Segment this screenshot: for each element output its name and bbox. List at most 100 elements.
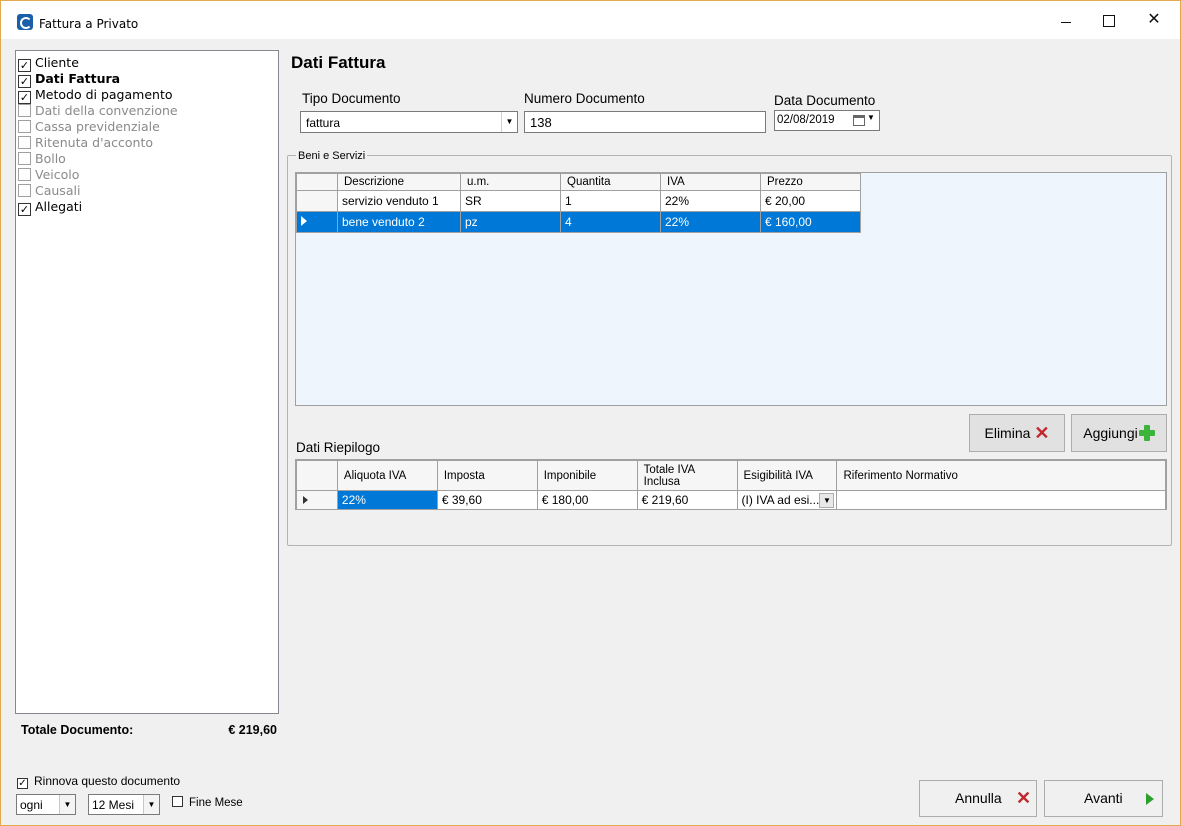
renew-period-select[interactable]: 12 Mesi ▼ bbox=[88, 794, 160, 815]
cell-riferimento[interactable] bbox=[836, 490, 1166, 510]
column-header-quantita[interactable]: Quantita bbox=[560, 173, 661, 191]
column-header-prezzo[interactable]: Prezzo bbox=[760, 173, 861, 191]
nav-item-metodo-pagamento[interactable]: ✓ Metodo di pagamento bbox=[18, 87, 173, 104]
cell-aliquota[interactable]: 22% bbox=[336, 490, 438, 510]
nav-item-allegati[interactable]: ✓ Allegati bbox=[18, 199, 82, 216]
riepilogo-label: Dati Riepilogo bbox=[296, 440, 381, 455]
column-header-riferimento[interactable]: Riferimento Normativo bbox=[836, 460, 1166, 491]
nav-item-veicolo[interactable]: Veicolo bbox=[18, 167, 79, 183]
column-header-iva[interactable]: IVA bbox=[660, 173, 761, 191]
column-header-imposta[interactable]: Imposta bbox=[436, 460, 538, 491]
end-of-month-label: Fine Mese bbox=[189, 797, 243, 809]
renew-frequency-select[interactable]: ogni ▼ bbox=[16, 794, 76, 815]
riepilogo-grid[interactable]: Aliquota IVA Imposta Imponibile Totale I… bbox=[295, 459, 1167, 510]
column-header-esigibilita[interactable]: Esigibilità IVA bbox=[736, 460, 838, 491]
calendar-icon[interactable] bbox=[853, 115, 865, 126]
numero-documento-value: 138 bbox=[530, 115, 552, 130]
end-of-month-checkbox[interactable]: Fine Mese bbox=[172, 796, 243, 809]
cell-imposta[interactable]: € 39,60 bbox=[436, 490, 538, 510]
column-header-descrizione[interactable]: Descrizione bbox=[337, 173, 461, 191]
riepilogo-table: Aliquota IVA Imposta Imponibile Totale I… bbox=[296, 460, 1166, 510]
column-header-aliquota[interactable]: Aliquota IVA bbox=[336, 460, 438, 491]
checkbox-icon[interactable]: ✓ bbox=[18, 203, 31, 216]
column-header-imponibile[interactable]: Imponibile bbox=[536, 460, 638, 491]
checkbox-icon[interactable] bbox=[172, 796, 183, 807]
numero-documento-label: Numero Documento bbox=[524, 91, 645, 106]
table-row[interactable]: servizio venduto 1 SR 1 22% € 20,00 bbox=[296, 190, 861, 212]
cancel-x-icon: ✕ bbox=[1016, 788, 1032, 808]
cell-esigibilita[interactable]: (I) IVA ad esi... ▼ bbox=[736, 490, 838, 510]
cell-descrizione[interactable]: servizio venduto 1 bbox=[337, 190, 461, 212]
checkbox-icon[interactable] bbox=[18, 120, 31, 133]
cell-totale[interactable]: € 219,60 bbox=[636, 490, 738, 510]
checkbox-icon[interactable] bbox=[18, 184, 31, 197]
page-title: Dati Fattura bbox=[291, 53, 386, 72]
row-header-corner bbox=[296, 460, 338, 491]
current-row-indicator-icon bbox=[301, 216, 307, 226]
window: Fattura a Privato ✕ ✓ Cliente ✓ Dati Fattu… bbox=[0, 0, 1181, 826]
aggiungi-button[interactable]: Aggiungi bbox=[1071, 414, 1167, 452]
table-row-selected[interactable]: bene venduto 2 pz 4 22% € 160,00 bbox=[296, 211, 861, 233]
app-icon bbox=[17, 14, 33, 30]
cell-imponibile[interactable]: € 180,00 bbox=[536, 490, 638, 510]
annulla-button[interactable]: Annulla ✕ bbox=[919, 780, 1037, 817]
nav-item-convenzione[interactable]: Dati della convenzione bbox=[18, 103, 178, 119]
renew-checkbox[interactable]: ✓ Rinnova questo documento bbox=[17, 774, 180, 789]
cell-iva[interactable]: 22% bbox=[660, 211, 761, 233]
data-documento-picker[interactable]: 02/08/2019 ▼ bbox=[774, 110, 880, 131]
esigibilita-value: (I) IVA ad esi... bbox=[741, 493, 820, 507]
annulla-label: Annulla bbox=[955, 790, 1002, 806]
beni-servizi-grid[interactable]: Descrizione u.m. Quantita IVA Prezzo ser… bbox=[295, 172, 1167, 406]
current-row-indicator-icon bbox=[303, 496, 308, 504]
cell-um[interactable]: pz bbox=[460, 211, 561, 233]
elimina-label: Elimina bbox=[984, 425, 1031, 441]
row-header[interactable] bbox=[296, 490, 338, 510]
nav-item-causali[interactable]: Causali bbox=[18, 183, 80, 199]
chevron-down-icon[interactable]: ▼ bbox=[819, 493, 835, 508]
nav-item-label: Cliente bbox=[35, 55, 79, 70]
renew-label: Rinnova questo documento bbox=[34, 774, 181, 788]
chevron-down-icon[interactable]: ▼ bbox=[501, 112, 517, 132]
numero-documento-input[interactable]: 138 bbox=[524, 111, 766, 133]
table-row[interactable]: 22% € 39,60 € 180,00 € 219,60 (I) IVA ad… bbox=[296, 490, 1166, 510]
aggiungi-label: Aggiungi bbox=[1083, 425, 1138, 441]
column-header-totale[interactable]: Totale IVA Inclusa bbox=[636, 460, 738, 491]
chevron-down-icon[interactable]: ▼ bbox=[867, 113, 875, 122]
checkbox-icon[interactable] bbox=[18, 136, 31, 149]
beni-servizi-table: Descrizione u.m. Quantita IVA Prezzo ser… bbox=[296, 173, 861, 233]
tipo-documento-select[interactable]: fattura ▼ bbox=[300, 111, 518, 133]
title-bar: Fattura a Privato ✕ bbox=[1, 1, 1180, 39]
cell-iva[interactable]: 22% bbox=[660, 190, 761, 212]
cell-descrizione[interactable]: bene venduto 2 bbox=[337, 211, 461, 233]
nav-item-cassa-previdenziale[interactable]: Cassa previdenziale bbox=[18, 119, 160, 135]
checkbox-icon[interactable] bbox=[18, 168, 31, 181]
row-header[interactable] bbox=[296, 211, 338, 233]
checkbox-icon[interactable] bbox=[18, 104, 31, 117]
chevron-down-icon[interactable]: ▼ bbox=[59, 795, 75, 814]
cell-um[interactable]: SR bbox=[460, 190, 561, 212]
nav-item-cliente[interactable]: ✓ Cliente bbox=[18, 55, 79, 72]
renew-frequency-value: ogni bbox=[20, 798, 43, 812]
cell-prezzo[interactable]: € 160,00 bbox=[760, 211, 861, 233]
nav-item-ritenuta[interactable]: Ritenuta d'acconto bbox=[18, 135, 153, 151]
nav-item-label: Bollo bbox=[35, 151, 66, 166]
checkbox-icon[interactable] bbox=[18, 152, 31, 165]
nav-item-label: Causali bbox=[35, 183, 81, 198]
close-button[interactable]: ✕ bbox=[1131, 1, 1177, 39]
window-title: Fattura a Privato bbox=[39, 17, 139, 31]
cell-prezzo[interactable]: € 20,00 bbox=[760, 190, 861, 212]
cell-quantita[interactable]: 4 bbox=[560, 211, 661, 233]
nav-item-bollo[interactable]: Bollo bbox=[18, 151, 66, 167]
total-document-label: Totale Documento: bbox=[21, 723, 134, 737]
nav-item-dati-fattura[interactable]: ✓ Dati Fattura bbox=[18, 71, 120, 88]
avanti-button[interactable]: Avanti bbox=[1044, 780, 1163, 817]
checkbox-icon[interactable]: ✓ bbox=[17, 778, 28, 789]
delete-x-icon: ✕ bbox=[1034, 423, 1050, 443]
minimize-button[interactable] bbox=[1043, 1, 1089, 39]
cell-quantita[interactable]: 1 bbox=[560, 190, 661, 212]
maximize-button[interactable] bbox=[1086, 1, 1132, 39]
row-header[interactable] bbox=[296, 190, 338, 212]
elimina-button[interactable]: Elimina ✕ bbox=[969, 414, 1065, 452]
chevron-down-icon[interactable]: ▼ bbox=[143, 795, 159, 814]
column-header-um[interactable]: u.m. bbox=[460, 173, 561, 191]
